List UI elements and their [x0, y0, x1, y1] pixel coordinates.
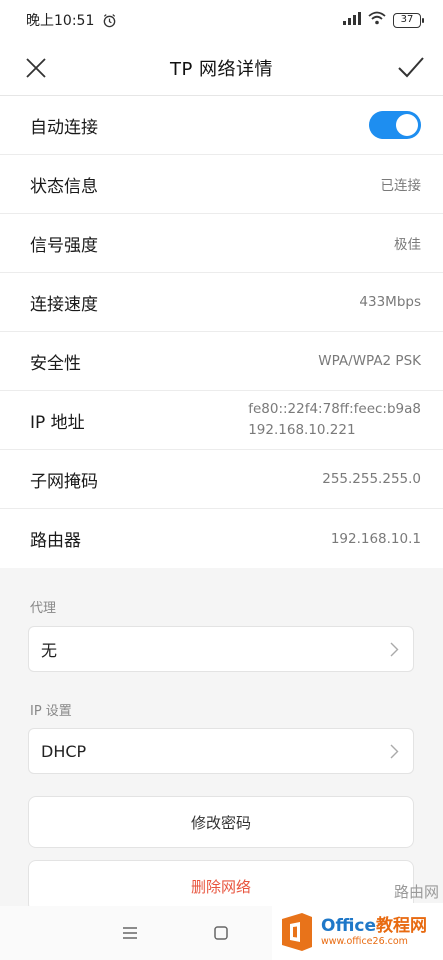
- subnet-mask-label: 子网掩码: [30, 471, 98, 492]
- ip-address-value: fe80::22f4:78ff:feec:b9a8 192.168.10.221: [248, 399, 421, 441]
- watermark-small-text: 路由网: [393, 883, 439, 901]
- signal-strength-label: 信号强度: [30, 235, 98, 256]
- proxy-section-label: 代理: [30, 601, 57, 616]
- proxy-select[interactable]: 无: [28, 626, 414, 672]
- signal-icon: [343, 11, 361, 29]
- page-title: TP 网络详情: [169, 58, 274, 80]
- modify-password-button[interactable]: 修改密码: [28, 796, 414, 848]
- proxy-value: 无: [41, 641, 58, 660]
- link-speed-value: 433Mbps: [359, 294, 421, 310]
- auto-connect-toggle[interactable]: [369, 111, 421, 139]
- auto-connect-row[interactable]: 自动连接: [0, 96, 443, 155]
- status-bar: 晚上10:51 37: [0, 0, 443, 40]
- toggle-knob: [396, 114, 418, 136]
- office-logo-icon: [278, 911, 316, 953]
- watermark-brand: Office教程网: [321, 915, 428, 936]
- security-label: 安全性: [30, 353, 81, 374]
- ipv6-address: fe80::22f4:78ff:feec:b9a8: [248, 401, 421, 417]
- chevron-right-icon: [390, 744, 399, 759]
- ipv4-address: 192.168.10.221: [248, 422, 356, 438]
- alarm-icon: [102, 13, 117, 28]
- check-icon[interactable]: [393, 50, 429, 86]
- status-label: 状态信息: [30, 176, 98, 197]
- watermark-text: Office教程网 www.office26.com: [321, 916, 427, 948]
- ip-settings-value: DHCP: [41, 741, 87, 761]
- signal-strength-value: 极佳: [394, 237, 421, 253]
- close-icon[interactable]: [20, 52, 52, 84]
- subnet-mask-row: 子网掩码 255.255.255.0: [0, 450, 443, 509]
- link-speed-label: 连接速度: [30, 294, 98, 315]
- watermark: 路由网 Office教程网 www.office26.com: [272, 883, 443, 960]
- auto-connect-label: 自动连接: [30, 117, 98, 138]
- router-row: 路由器 192.168.10.1: [0, 509, 443, 568]
- chevron-right-icon: [390, 642, 399, 657]
- ip-settings-section-label: IP 设置: [30, 704, 72, 719]
- status-icons: 37: [343, 11, 424, 29]
- ip-address-label: IP 地址: [30, 412, 85, 433]
- ip-address-row: IP 地址 fe80::22f4:78ff:feec:b9a8 192.168.…: [0, 391, 443, 450]
- security-row: 安全性 WPA/WPA2 PSK: [0, 332, 443, 391]
- status-row: 状态信息 已连接: [0, 155, 443, 214]
- wifi-icon: [368, 11, 386, 29]
- network-info-list: 自动连接 状态信息 已连接 信号强度 极佳 连接速度 433Mbps 安全性 W…: [0, 96, 443, 568]
- security-value: WPA/WPA2 PSK: [318, 353, 421, 369]
- ip-settings-select[interactable]: DHCP: [28, 728, 414, 774]
- subnet-mask-value: 255.255.255.0: [322, 471, 421, 487]
- status-time: 晚上10:51: [26, 13, 95, 29]
- link-speed-row: 连接速度 433Mbps: [0, 273, 443, 332]
- battery-icon: 37: [393, 12, 424, 28]
- home-icon[interactable]: [211, 923, 231, 943]
- status-value: 已连接: [380, 178, 422, 194]
- router-value: 192.168.10.1: [330, 530, 421, 547]
- signal-strength-row: 信号强度 极佳: [0, 214, 443, 273]
- title-bar: TP 网络详情: [0, 40, 443, 96]
- menu-icon[interactable]: [120, 923, 140, 943]
- watermark-url: www.office26.com: [321, 935, 408, 947]
- router-label: 路由器: [30, 531, 81, 551]
